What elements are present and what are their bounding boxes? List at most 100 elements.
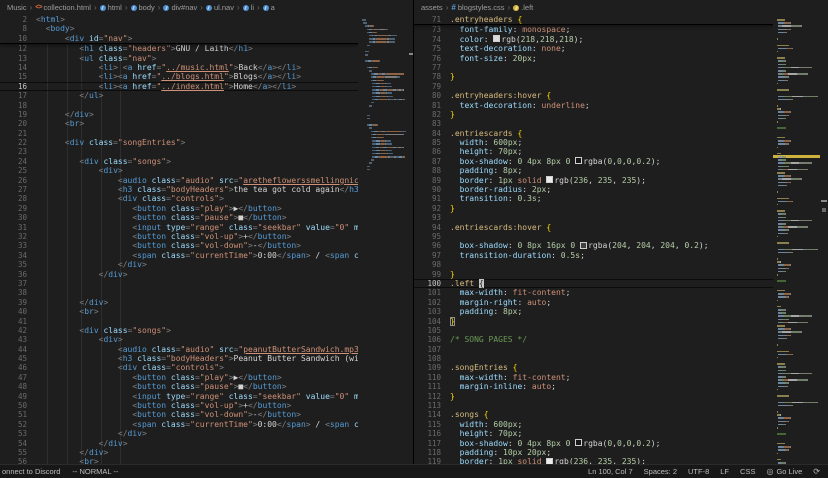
code-line-35[interactable]: 35 </div> [0,260,363,269]
code-area[interactable]: 12 <h1 class="headers">GNU / Laith</h1>1… [0,44,363,464]
code-line-97[interactable]: 97 transition-duration: 0.5s; [414,251,779,260]
code-line-48[interactable]: 48 <button class="pause">■</button> [0,382,363,391]
code-line-26[interactable]: 26 <audio class="audio" src="aretheflowe… [0,176,363,185]
code-line-31[interactable]: 31 <input type="range" class="seekbar" v… [0,223,363,232]
code-line-85[interactable]: 85 width: 600px; [414,138,779,147]
code-line-36[interactable]: 36 </div> [0,270,363,279]
breadcrumb-item[interactable]: Music [7,3,27,12]
code-line-20[interactable]: 20 <br> [0,119,363,128]
status-item-vim-mode[interactable]: -- NORMAL -- [72,467,118,476]
breadcrumb-item[interactable]: ul.nav [206,3,234,12]
code-line-47[interactable]: 47 <button class="play">▶</button> [0,373,363,382]
code-line-2[interactable]: 2<html> [0,15,363,24]
editor-pane-collection-html[interactable]: Music›<>collection.html›html›body›div#na… [0,0,413,464]
code-line-116[interactable]: 116 height: 70px; [414,429,779,438]
code-line-30[interactable]: 30 <button class="pause">■</button> [0,213,363,222]
code-line-78[interactable]: 78} [414,72,779,81]
code-line-45[interactable]: 45 <h3 class="bodyHeaders">Peanut Butter… [0,354,363,363]
code-line-82[interactable]: 82} [414,110,779,119]
code-line-84[interactable]: 84.entriescards { [414,129,779,138]
code-line-12[interactable]: 12 <h1 class="headers">GNU / Laith</h1> [0,44,363,53]
code-area[interactable]: 73 font-family: monospace;74 color: rgb(… [414,25,779,464]
code-line-91[interactable]: 91 transition: 0.3s; [414,194,779,203]
code-line-18[interactable]: 18 [0,101,363,110]
code-line-24[interactable]: 24 <div class="songs"> [0,157,363,166]
code-line-19[interactable]: 19 </div> [0,110,363,119]
code-line-49[interactable]: 49 <input type="range" class="seekbar" v… [0,392,363,401]
code-line-56[interactable]: 56 <br> [0,457,363,464]
code-line-14[interactable]: 14 <li> <a href="../music.html">Back</a>… [0,63,363,72]
status-item-language-mode[interactable]: CSS [740,467,755,476]
code-line-103[interactable]: 103 padding: 8px; [414,307,779,316]
code-line-90[interactable]: 90 border-radius: 2px; [414,185,779,194]
code-line-104[interactable]: 104} [414,317,779,326]
code-line-92[interactable]: 92} [414,204,779,213]
code-line-46[interactable]: 46 <div class="controls"> [0,363,363,372]
breadcrumb-item[interactable]: html [100,3,122,12]
code-line-27[interactable]: 27 <h3 class="bodyHeaders">the tea got c… [0,185,363,194]
code-line-101[interactable]: 101 max-width: fit-content; [414,288,779,297]
breadcrumb-item[interactable]: <>collection.html [35,3,91,12]
code-line-83[interactable]: 83 [414,119,779,128]
code-line-71[interactable]: 71.entryheaders { [414,15,779,24]
code-line-96[interactable]: 96 box-shadow: 0 8px 16px 0 rgba(204, 20… [414,241,779,250]
code-line-73[interactable]: 73 font-family: monospace; [414,25,779,34]
code-line-102[interactable]: 102 margin-right: auto; [414,298,779,307]
code-line-33[interactable]: 33 <button class="vol-down">-</button> [0,241,363,250]
code-line-37[interactable]: 37 [0,279,363,288]
code-line-114[interactable]: 114.songs { [414,410,779,419]
code-line-50[interactable]: 50 <button class="vol-up">+</button> [0,401,363,410]
code-line-118[interactable]: 118 padding: 10px 20px; [414,448,779,457]
code-line-8[interactable]: 8 <body> [0,24,363,33]
code-line-98[interactable]: 98 [414,260,779,269]
breadcrumb-item[interactable]: #blogstyles.css [451,3,504,12]
code-line-29[interactable]: 29 <button class="play">▶</button> [0,204,363,213]
breadcrumb-item[interactable]: li [243,3,254,12]
code-line-86[interactable]: 86 height: 70px; [414,147,779,156]
code-line-111[interactable]: 111 margin-inline: auto; [414,382,779,391]
code-line-99[interactable]: 99} [414,270,779,279]
code-line-34[interactable]: 34 <span class="currentTime">0:00</span>… [0,251,363,260]
code-line-44[interactable]: 44 <audio class="audio" src="peanutButte… [0,345,363,354]
code-line-80[interactable]: 80.entryheaders:hover { [414,91,779,100]
code-line-109[interactable]: 109.songEntries { [414,363,779,372]
status-item-eol-sequence[interactable]: LF [720,467,729,476]
code-line-119[interactable]: 119 border: 1px solid rgb(236, 235, 235)… [414,457,779,464]
code-line-39[interactable]: 39 </div> [0,298,363,307]
code-line-75[interactable]: 75 text-decoration: none; [414,44,779,53]
code-line-21[interactable]: 21 [0,129,363,138]
code-line-108[interactable]: 108 [414,354,779,363]
code-line-42[interactable]: 42 <div class="songs"> [0,326,363,335]
breadcrumb-item[interactable]: .left [513,3,533,12]
code-line-74[interactable]: 74 color: rgb(218,218,218); [414,35,779,44]
code-line-17[interactable]: 17 </ul> [0,91,363,100]
code-line-51[interactable]: 51 <button class="vol-down">-</button> [0,410,363,419]
code-line-13[interactable]: 13 <ul class="nav"> [0,54,363,63]
code-line-54[interactable]: 54 </div> [0,439,363,448]
code-line-81[interactable]: 81 text-decoration: underline; [414,101,779,110]
code-line-89[interactable]: 89 border: 1px solid rgb(236, 235, 235); [414,176,779,185]
status-item-go-live[interactable]: ◎Go Live [766,467,802,476]
code-line-55[interactable]: 55 </div> [0,448,363,457]
code-line-40[interactable]: 40 <br> [0,307,363,316]
code-line-113[interactable]: 113 [414,401,779,410]
status-item-refresh[interactable]: ⟳ [813,468,820,476]
code-line-88[interactable]: 88 padding: 8px; [414,166,779,175]
code-line-23[interactable]: 23 [0,147,363,156]
code-line-106[interactable]: 106/* SONG PAGES */ [414,335,779,344]
code-line-110[interactable]: 110 max-width: fit-content; [414,373,779,382]
code-line-16[interactable]: 16 <li><a href="../index.html">Home</a><… [0,82,363,91]
breadcrumb-item[interactable]: assets [421,3,443,12]
code-line-95[interactable]: 95 [414,232,779,241]
code-line-38[interactable]: 38 [0,288,363,297]
code-line-76[interactable]: 76 font-size: 20px; [414,54,779,63]
editor-pane-blogstyles-css[interactable]: assets›#blogstyles.css›.left 71.entryhea… [414,0,828,464]
code-line-112[interactable]: 112} [414,392,779,401]
breadcrumb-item[interactable]: a [263,3,275,12]
code-line-15[interactable]: 15 <li><a href="../blogs.html">Blogs</a>… [0,72,363,81]
code-line-87[interactable]: 87 box-shadow: 0 4px 8px 0 rgba(0,0,0,0.… [414,157,779,166]
code-line-43[interactable]: 43 <div> [0,335,363,344]
scrollbar[interactable] [820,15,828,464]
code-line-22[interactable]: 22 <div class="songEntries"> [0,138,363,147]
status-item-cursor-position[interactable]: Ln 100, Col 7 [588,467,633,476]
